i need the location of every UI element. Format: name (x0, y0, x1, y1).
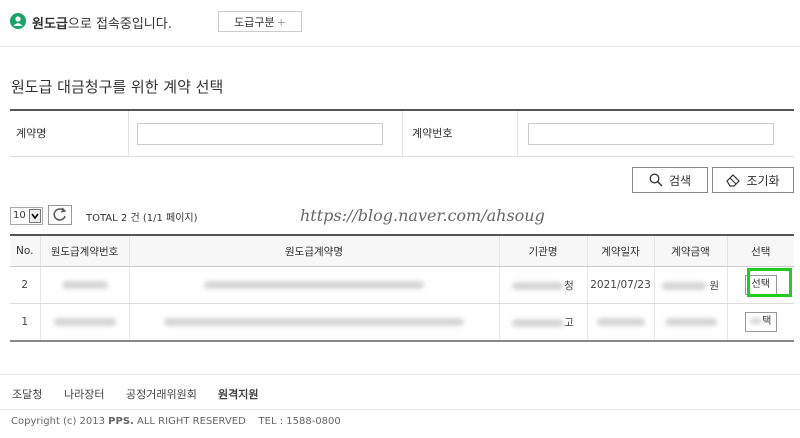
login-status: 원도급으로 접속중입니다. (32, 13, 172, 32)
footer-link-g2b[interactable]: 나라장터 (64, 386, 104, 402)
row-date: 2021/07/23 (586, 266, 654, 304)
reset-button[interactable]: 조기화 (712, 167, 794, 193)
refresh-icon (53, 207, 67, 221)
contract-type-button[interactable]: 도급구분 + (218, 11, 302, 32)
footer-link-pps[interactable]: 조달청 (12, 386, 42, 402)
row-agency: 고 (498, 303, 587, 342)
contract-name-label: 계약명 (16, 127, 47, 140)
copyright: Copyright (c) 2013 PPS. ALL RIGHT RESERV… (11, 416, 341, 427)
row-select: 택 (726, 303, 794, 342)
row-no: 2 (10, 266, 40, 304)
table-row[interactable]: 1 고 택 (10, 303, 794, 342)
row-contract-no (39, 303, 129, 342)
contract-table: No. 원도급계약번호 원도급계약명 기관명 계약일자 계약금액 선택 2 청 … (10, 234, 794, 342)
copyright-suffix: ALL RIGHT RESERVED TEL : 1588-0800 (133, 416, 341, 427)
page-size-select[interactable]: 10 (10, 207, 43, 225)
row-agency-suffix: 고 (564, 316, 574, 329)
select-button[interactable]: 택 (744, 312, 777, 332)
table-row[interactable]: 2 청 2021/07/23 원 선택 (10, 266, 794, 304)
search-button-label: 검색 (668, 173, 692, 188)
column-header-agency: 기관명 (498, 234, 587, 267)
divider (402, 111, 403, 157)
column-header-contract-name: 원도급계약명 (128, 234, 499, 267)
search-button[interactable]: 검색 (632, 167, 708, 193)
reset-button-label: 조기화 (746, 173, 780, 188)
total-count: TOTAL 2 건 (1/1 페이지) (86, 213, 198, 224)
top-bar: 원도급으로 접속중입니다. 도급구분 + (0, 0, 800, 47)
table-header-row: No. 원도급계약번호 원도급계약명 기관명 계약일자 계약금액 선택 (10, 234, 794, 267)
page-size-value: 10 (13, 210, 26, 221)
row-contract-no (39, 266, 129, 304)
contract-name-input[interactable] (137, 123, 383, 145)
user-icon (10, 13, 26, 29)
copyright-prefix: Copyright (c) 2013 (11, 416, 109, 427)
row-contract-name (128, 266, 499, 304)
contract-no-input[interactable] (528, 123, 774, 145)
copyright-brand: PPS. (108, 416, 134, 427)
footer-link-remote-support[interactable]: 원격지원 (218, 386, 258, 402)
plus-icon: + (276, 16, 286, 29)
eraser-icon (726, 174, 741, 187)
search-icon (649, 173, 663, 187)
row-amount-suffix: 원 (709, 279, 719, 292)
contract-type-label: 도급구분 (234, 16, 275, 29)
column-header-amount: 계약금액 (653, 234, 727, 267)
column-header-no: No. (10, 234, 40, 267)
highlight-box (747, 268, 792, 297)
page-title: 원도급 대금청구를 위한 계약 선택 (11, 78, 224, 96)
row-amount: 원 (653, 266, 727, 304)
footer-link-ftc[interactable]: 공정거래위원회 (126, 386, 197, 402)
row-contract-name (128, 303, 499, 342)
user-role: 원도급 (32, 17, 68, 32)
row-agency: 청 (498, 266, 587, 304)
row-date (586, 303, 654, 342)
row-amount (653, 303, 727, 342)
select-button-label: 택 (762, 316, 772, 327)
footer-links: 조달청 나라장터 공정거래위원회 원격지원 (0, 374, 800, 410)
login-status-text: 으로 접속중입니다. (67, 17, 172, 32)
row-agency-suffix: 청 (564, 279, 574, 292)
row-no: 1 (10, 303, 40, 342)
search-form: 계약명 계약번호 (10, 109, 794, 157)
column-header-select: 선택 (726, 234, 794, 267)
divider (128, 111, 129, 157)
contract-no-label: 계약번호 (412, 127, 453, 140)
refresh-button[interactable] (48, 205, 72, 225)
column-header-contract-no: 원도급계약번호 (39, 234, 129, 267)
chevron-down-icon (29, 209, 41, 223)
watermark: https://blog.naver.com/ahsoug (300, 206, 545, 225)
divider (517, 111, 518, 157)
column-header-date: 계약일자 (586, 234, 654, 267)
